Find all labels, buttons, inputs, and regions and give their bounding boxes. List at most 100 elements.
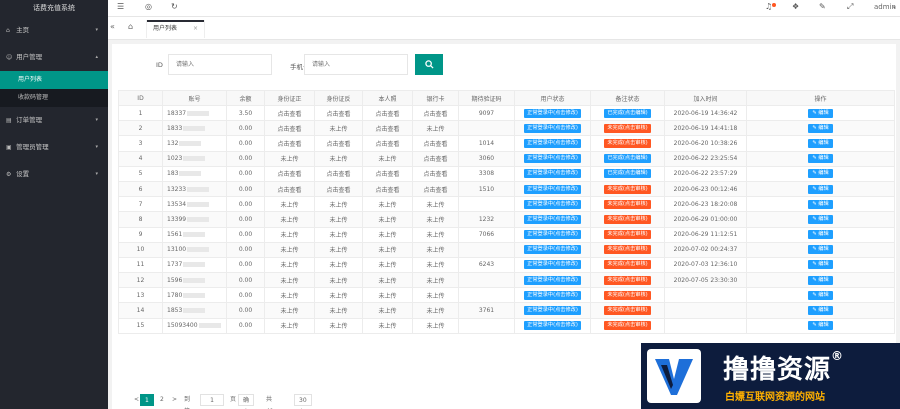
user-status-badge[interactable]: 正常登录中(点击修改): [524, 169, 581, 179]
confirm-button[interactable]: 确定: [238, 394, 255, 406]
edit-button[interactable]: ✎ 编辑: [808, 245, 833, 255]
bell-icon[interactable]: ♫: [765, 2, 772, 11]
remark-status-cell: 未完成(点击审核): [590, 317, 665, 334]
table-cell[interactable]: 点击查看: [314, 104, 363, 122]
user-status-badge[interactable]: 正常登录中(点击修改): [524, 275, 581, 285]
table-cell[interactable]: 点击查看: [412, 165, 459, 182]
account-text: 1853: [167, 307, 183, 315]
sidebar-item-user-management[interactable]: ☺ 用户管理 ▴: [0, 44, 108, 71]
edit-button[interactable]: ✎ 编辑: [808, 214, 833, 224]
fullscreen-icon[interactable]: ⤢: [847, 2, 853, 12]
sidebar-item-user-list[interactable]: 用户列表: [0, 71, 108, 89]
remark-status-badge[interactable]: 未完成(点击审核): [604, 138, 651, 148]
remark-status-badge[interactable]: 未完成(点击审核): [604, 290, 651, 300]
table-cell: 2020-06-29 11:12:51: [664, 226, 747, 243]
tab-user-list[interactable]: 用户列表 ×: [146, 20, 205, 38]
user-status-badge[interactable]: 正常登录中(点击修改): [524, 321, 581, 331]
user-status-badge[interactable]: 正常登录中(点击修改): [524, 138, 581, 148]
edit-button[interactable]: ✎ 编辑: [808, 154, 833, 164]
home-tab-icon[interactable]: ⌂: [128, 22, 133, 31]
remark-status-badge[interactable]: 已完成(点击编辑): [604, 108, 651, 118]
page-2-button[interactable]: 2: [156, 394, 168, 406]
sidebar-item-home[interactable]: ⌂ 主页 ▾: [0, 17, 108, 44]
table-cell[interactable]: 点击查看: [362, 120, 413, 137]
note-icon[interactable]: ✎: [819, 2, 826, 11]
sidebar-item-admins[interactable]: ▣ 管理员管理 ▾: [0, 134, 108, 161]
refresh-icon[interactable]: ↻: [171, 2, 178, 11]
table-cell[interactable]: 点击查看: [412, 150, 459, 167]
user-status-badge[interactable]: 正常登录中(点击修改): [524, 108, 581, 118]
goto-page-input[interactable]: 1: [200, 394, 224, 406]
sidebar-item-settings[interactable]: ⚙ 设置 ▾: [0, 161, 108, 188]
table-cell[interactable]: 点击查看: [412, 180, 459, 198]
column-header[interactable]: ID: [118, 90, 163, 106]
user-status-badge[interactable]: 正常登录中(点击修改): [524, 230, 581, 240]
user-status-badge[interactable]: 正常登录中(点击修改): [524, 260, 581, 270]
close-icon[interactable]: ×: [193, 25, 198, 32]
edit-button[interactable]: ✎ 编辑: [808, 108, 833, 118]
theme-icon[interactable]: ❖: [792, 2, 799, 11]
edit-button[interactable]: ✎ 编辑: [808, 138, 833, 148]
redaction-mask: [187, 216, 210, 222]
menu-toggle-icon[interactable]: ☰: [117, 2, 124, 11]
search-button[interactable]: [415, 54, 443, 75]
remark-status-badge[interactable]: 已完成(点击编辑): [604, 169, 651, 179]
edit-button[interactable]: ✎ 编辑: [808, 199, 833, 209]
target-icon[interactable]: ◎: [145, 2, 152, 11]
remark-status-badge[interactable]: 未完成(点击审核): [604, 260, 651, 270]
remark-status-badge[interactable]: 未完成(点击审核): [604, 230, 651, 240]
table-cell: 11: [118, 256, 163, 274]
edit-button[interactable]: ✎ 编辑: [808, 230, 833, 240]
sidebar-item-payment-code[interactable]: 收款码管理: [0, 89, 108, 107]
table-cell[interactable]: 点击查看: [264, 120, 315, 137]
remark-status-badge[interactable]: 未完成(点击审核): [604, 199, 651, 209]
table-cell[interactable]: 点击查看: [412, 104, 459, 122]
remark-status-badge[interactable]: 未完成(点击审核): [604, 184, 651, 194]
table-cell[interactable]: 点击查看: [362, 135, 413, 152]
remark-status-badge[interactable]: 未完成(点击审核): [604, 214, 651, 224]
remark-status-badge[interactable]: 未完成(点击审核): [604, 245, 651, 255]
user-status-badge[interactable]: 正常登录中(点击修改): [524, 245, 581, 255]
page-1-button[interactable]: 1: [140, 394, 154, 406]
edit-button[interactable]: ✎ 编辑: [808, 260, 833, 270]
user-status-badge[interactable]: 正常登录中(点击修改): [524, 123, 581, 133]
table-cell[interactable]: 点击查看: [314, 135, 363, 152]
remark-status-badge[interactable]: 未完成(点击审核): [604, 275, 651, 285]
table-cell[interactable]: 点击查看: [264, 180, 315, 198]
user-status-badge[interactable]: 正常登录中(点击修改): [524, 154, 581, 164]
edit-button[interactable]: ✎ 编辑: [808, 290, 833, 300]
table-cell: 未上传: [412, 256, 459, 274]
table-cell[interactable]: 点击查看: [362, 180, 413, 198]
table-cell[interactable]: 点击查看: [314, 180, 363, 198]
table-cell[interactable]: 点击查看: [362, 104, 413, 122]
user-status-badge[interactable]: 正常登录中(点击修改): [524, 306, 581, 316]
user-status-badge[interactable]: 正常登录中(点击修改): [524, 214, 581, 224]
scroll-left-icon[interactable]: «: [110, 22, 115, 31]
user-status-badge[interactable]: 正常登录中(点击修改): [524, 199, 581, 209]
remark-status-badge[interactable]: 未完成(点击审核): [604, 123, 651, 133]
edit-button[interactable]: ✎ 编辑: [808, 321, 833, 331]
table-cell[interactable]: 点击查看: [412, 135, 459, 152]
phone-input[interactable]: [304, 54, 408, 75]
remark-status-badge[interactable]: 未完成(点击审核): [604, 321, 651, 331]
table-cell[interactable]: 点击查看: [362, 165, 413, 182]
table-cell: 10: [118, 241, 163, 258]
edit-button[interactable]: ✎ 编辑: [808, 123, 833, 133]
user-status-badge[interactable]: 正常登录中(点击修改): [524, 184, 581, 194]
per-page-select[interactable]: 30 条/页: [294, 394, 313, 406]
edit-button[interactable]: ✎ 编辑: [808, 306, 833, 316]
user-status-badge[interactable]: 正常登录中(点击修改): [524, 290, 581, 300]
table-cell[interactable]: 点击查看: [264, 104, 315, 122]
remark-status-badge[interactable]: 已完成(点击编辑): [604, 154, 651, 164]
table-cell[interactable]: 点击查看: [314, 165, 363, 182]
edit-button[interactable]: ✎ 编辑: [808, 275, 833, 285]
table-cell[interactable]: 点击查看: [264, 165, 315, 182]
chevron-down-icon[interactable]: ▾: [893, 5, 896, 11]
redaction-mask: [183, 308, 206, 314]
table-cell[interactable]: 点击查看: [264, 135, 315, 152]
edit-button[interactable]: ✎ 编辑: [808, 169, 833, 179]
edit-button[interactable]: ✎ 编辑: [808, 184, 833, 194]
id-input[interactable]: [168, 54, 272, 75]
sidebar-item-orders[interactable]: ▤ 订单管理 ▾: [0, 107, 108, 134]
remark-status-badge[interactable]: 未完成(点击审核): [604, 306, 651, 316]
